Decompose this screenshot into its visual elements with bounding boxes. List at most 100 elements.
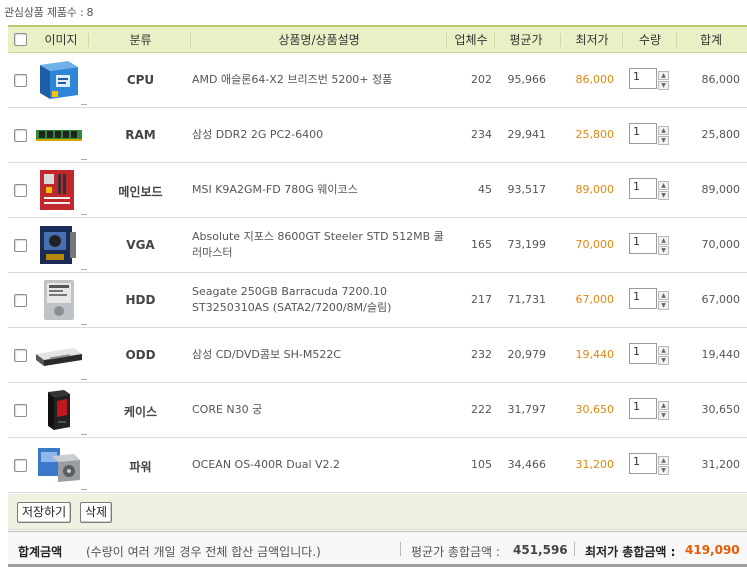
- row-lowest-price[interactable]: 31,200: [558, 458, 615, 471]
- header-image: 이미지: [44, 33, 78, 47]
- interest-count-label: 관심상품 제품수 :: [4, 6, 84, 19]
- save-button[interactable]: 저장하기: [17, 502, 72, 523]
- row-checkbox[interactable]: [14, 129, 27, 142]
- quantity-stepper[interactable]: ▲ ▼: [658, 291, 669, 310]
- quantity-stepper[interactable]: ▲ ▼: [658, 236, 669, 255]
- quantity-stepper[interactable]: ▲ ▼: [658, 346, 669, 365]
- row-avg-price: 34,466: [507, 458, 547, 471]
- cpu-box-icon[interactable]: [34, 59, 87, 105]
- hard-disk-icon[interactable]: [34, 279, 87, 325]
- row-quantity-input[interactable]: 1: [629, 398, 657, 419]
- table-row: CPU AMD 애슬론64-X2 브리즈번 5200+ 정품 202 95,96…: [8, 53, 747, 108]
- summary-note: (수량이 여러 개일 경우 전체 합산 금액입니다.): [86, 545, 321, 559]
- row-category: 파워: [129, 460, 152, 474]
- summary-title: 합계금액: [18, 545, 63, 559]
- power-supply-icon[interactable]: [34, 444, 87, 490]
- row-category: RAM: [125, 128, 156, 142]
- quantity-stepper[interactable]: ▲ ▼: [658, 181, 669, 200]
- row-checkbox[interactable]: [14, 239, 27, 252]
- table-row: ODD 삼성 CD/DVD콤보 SH-M522C 232 20,979 19,4…: [8, 328, 747, 383]
- quantity-stepper[interactable]: ▲ ▼: [658, 401, 669, 420]
- row-quantity-input[interactable]: 1: [629, 453, 657, 474]
- row-product-link[interactable]: Absolute 지포스 8600GT Steeler STD 512MB 쿨러…: [192, 229, 448, 261]
- row-checkbox[interactable]: [14, 349, 27, 362]
- row-quantity-input[interactable]: 1: [629, 233, 657, 254]
- quantity-stepper[interactable]: ▲ ▼: [658, 456, 669, 475]
- optical-drive-icon[interactable]: [34, 334, 87, 380]
- row-category: 메인보드: [118, 185, 163, 199]
- row-sellers: 217: [471, 293, 492, 306]
- quantity-stepper[interactable]: ▲ ▼: [658, 126, 669, 145]
- row-product-link[interactable]: OCEAN OS-400R Dual V2.2: [192, 457, 448, 473]
- row-sellers: 45: [478, 183, 492, 196]
- row-quantity-input[interactable]: 1: [629, 68, 657, 89]
- stepper-up-icon[interactable]: ▲: [658, 71, 669, 80]
- row-avg-price: 29,941: [507, 128, 547, 141]
- header-total: 합계: [699, 33, 723, 47]
- row-avg-price: 93,517: [507, 183, 547, 196]
- row-total: 67,000: [701, 293, 741, 306]
- row-checkbox[interactable]: [14, 74, 27, 87]
- header-quantity: 수량: [638, 33, 662, 47]
- row-quantity-input[interactable]: 1: [629, 343, 657, 364]
- row-product-link[interactable]: MSI K9A2GM-FD 780G 웨이코스: [192, 182, 448, 198]
- row-lowest-price[interactable]: 89,000: [558, 183, 615, 196]
- row-lowest-price[interactable]: 67,000: [558, 293, 615, 306]
- stepper-up-icon[interactable]: ▲: [658, 181, 669, 190]
- interest-count-value: 8: [86, 6, 94, 19]
- select-all-checkbox[interactable]: [14, 33, 27, 46]
- stepper-down-icon[interactable]: ▼: [658, 191, 669, 200]
- stepper-down-icon[interactable]: ▼: [658, 301, 669, 310]
- summary-avg-label: 평균가 총합금액 :: [411, 545, 500, 559]
- row-checkbox[interactable]: [14, 184, 27, 197]
- ram-stick-icon[interactable]: [34, 114, 87, 160]
- stepper-down-icon[interactable]: ▼: [658, 136, 669, 145]
- product-table: CPU AMD 애슬론64-X2 브리즈번 5200+ 정품 202 95,96…: [8, 53, 747, 493]
- table-row: RAM 삼성 DDR2 2G PC2-6400 234 29,941 25,80…: [8, 108, 747, 163]
- row-product-link[interactable]: 삼성 DDR2 2G PC2-6400: [192, 127, 448, 143]
- row-product-link[interactable]: CORE N30 궁: [192, 402, 448, 418]
- row-total: 89,000: [701, 183, 741, 196]
- row-lowest-price[interactable]: 19,440: [558, 348, 615, 361]
- motherboard-icon[interactable]: [34, 169, 87, 215]
- row-checkbox[interactable]: [14, 294, 27, 307]
- row-quantity-input[interactable]: 1: [629, 123, 657, 144]
- stepper-down-icon[interactable]: ▼: [658, 466, 669, 475]
- row-product-link[interactable]: Seagate 250GB Barracuda 7200.10 ST325031…: [192, 284, 448, 316]
- row-lowest-price[interactable]: 30,650: [558, 403, 615, 416]
- stepper-up-icon[interactable]: ▲: [658, 346, 669, 355]
- row-quantity-input[interactable]: 1: [629, 178, 657, 199]
- quantity-stepper[interactable]: ▲ ▼: [658, 71, 669, 90]
- row-avg-price: 20,979: [507, 348, 547, 361]
- stepper-down-icon[interactable]: ▼: [658, 81, 669, 90]
- table-row: 메인보드 MSI K9A2GM-FD 780G 웨이코스 45 93,517 8…: [8, 163, 747, 218]
- stepper-up-icon[interactable]: ▲: [658, 126, 669, 135]
- row-checkbox[interactable]: [14, 404, 27, 417]
- row-avg-price: 31,797: [507, 403, 547, 416]
- pc-case-icon[interactable]: [34, 389, 87, 435]
- stepper-up-icon[interactable]: ▲: [658, 236, 669, 245]
- stepper-up-icon[interactable]: ▲: [658, 401, 669, 410]
- summary-lowest-value: 419,090: [685, 543, 740, 557]
- stepper-down-icon[interactable]: ▼: [658, 411, 669, 420]
- table-row: HDD Seagate 250GB Barracuda 7200.10 ST32…: [8, 273, 747, 328]
- row-category: VGA: [126, 238, 155, 252]
- stepper-up-icon[interactable]: ▲: [658, 456, 669, 465]
- summary-avg-value: 451,596: [513, 543, 568, 557]
- row-lowest-price[interactable]: 86,000: [558, 73, 615, 86]
- row-lowest-price[interactable]: 25,800: [558, 128, 615, 141]
- row-sellers: 105: [471, 458, 492, 471]
- row-product-link[interactable]: AMD 애슬론64-X2 브리즈번 5200+ 정품: [192, 72, 448, 88]
- row-lowest-price[interactable]: 70,000: [558, 238, 615, 251]
- row-checkbox[interactable]: [14, 459, 27, 472]
- stepper-down-icon[interactable]: ▼: [658, 356, 669, 365]
- graphics-card-icon[interactable]: [34, 224, 87, 270]
- row-product-link[interactable]: 삼성 CD/DVD콤보 SH-M522C: [192, 347, 448, 363]
- stepper-up-icon[interactable]: ▲: [658, 291, 669, 300]
- row-sellers: 202: [471, 73, 492, 86]
- delete-button[interactable]: 삭제: [80, 502, 113, 523]
- action-bar: 저장하기 삭제: [8, 494, 747, 530]
- row-sellers: 232: [471, 348, 492, 361]
- stepper-down-icon[interactable]: ▼: [658, 246, 669, 255]
- row-quantity-input[interactable]: 1: [629, 288, 657, 309]
